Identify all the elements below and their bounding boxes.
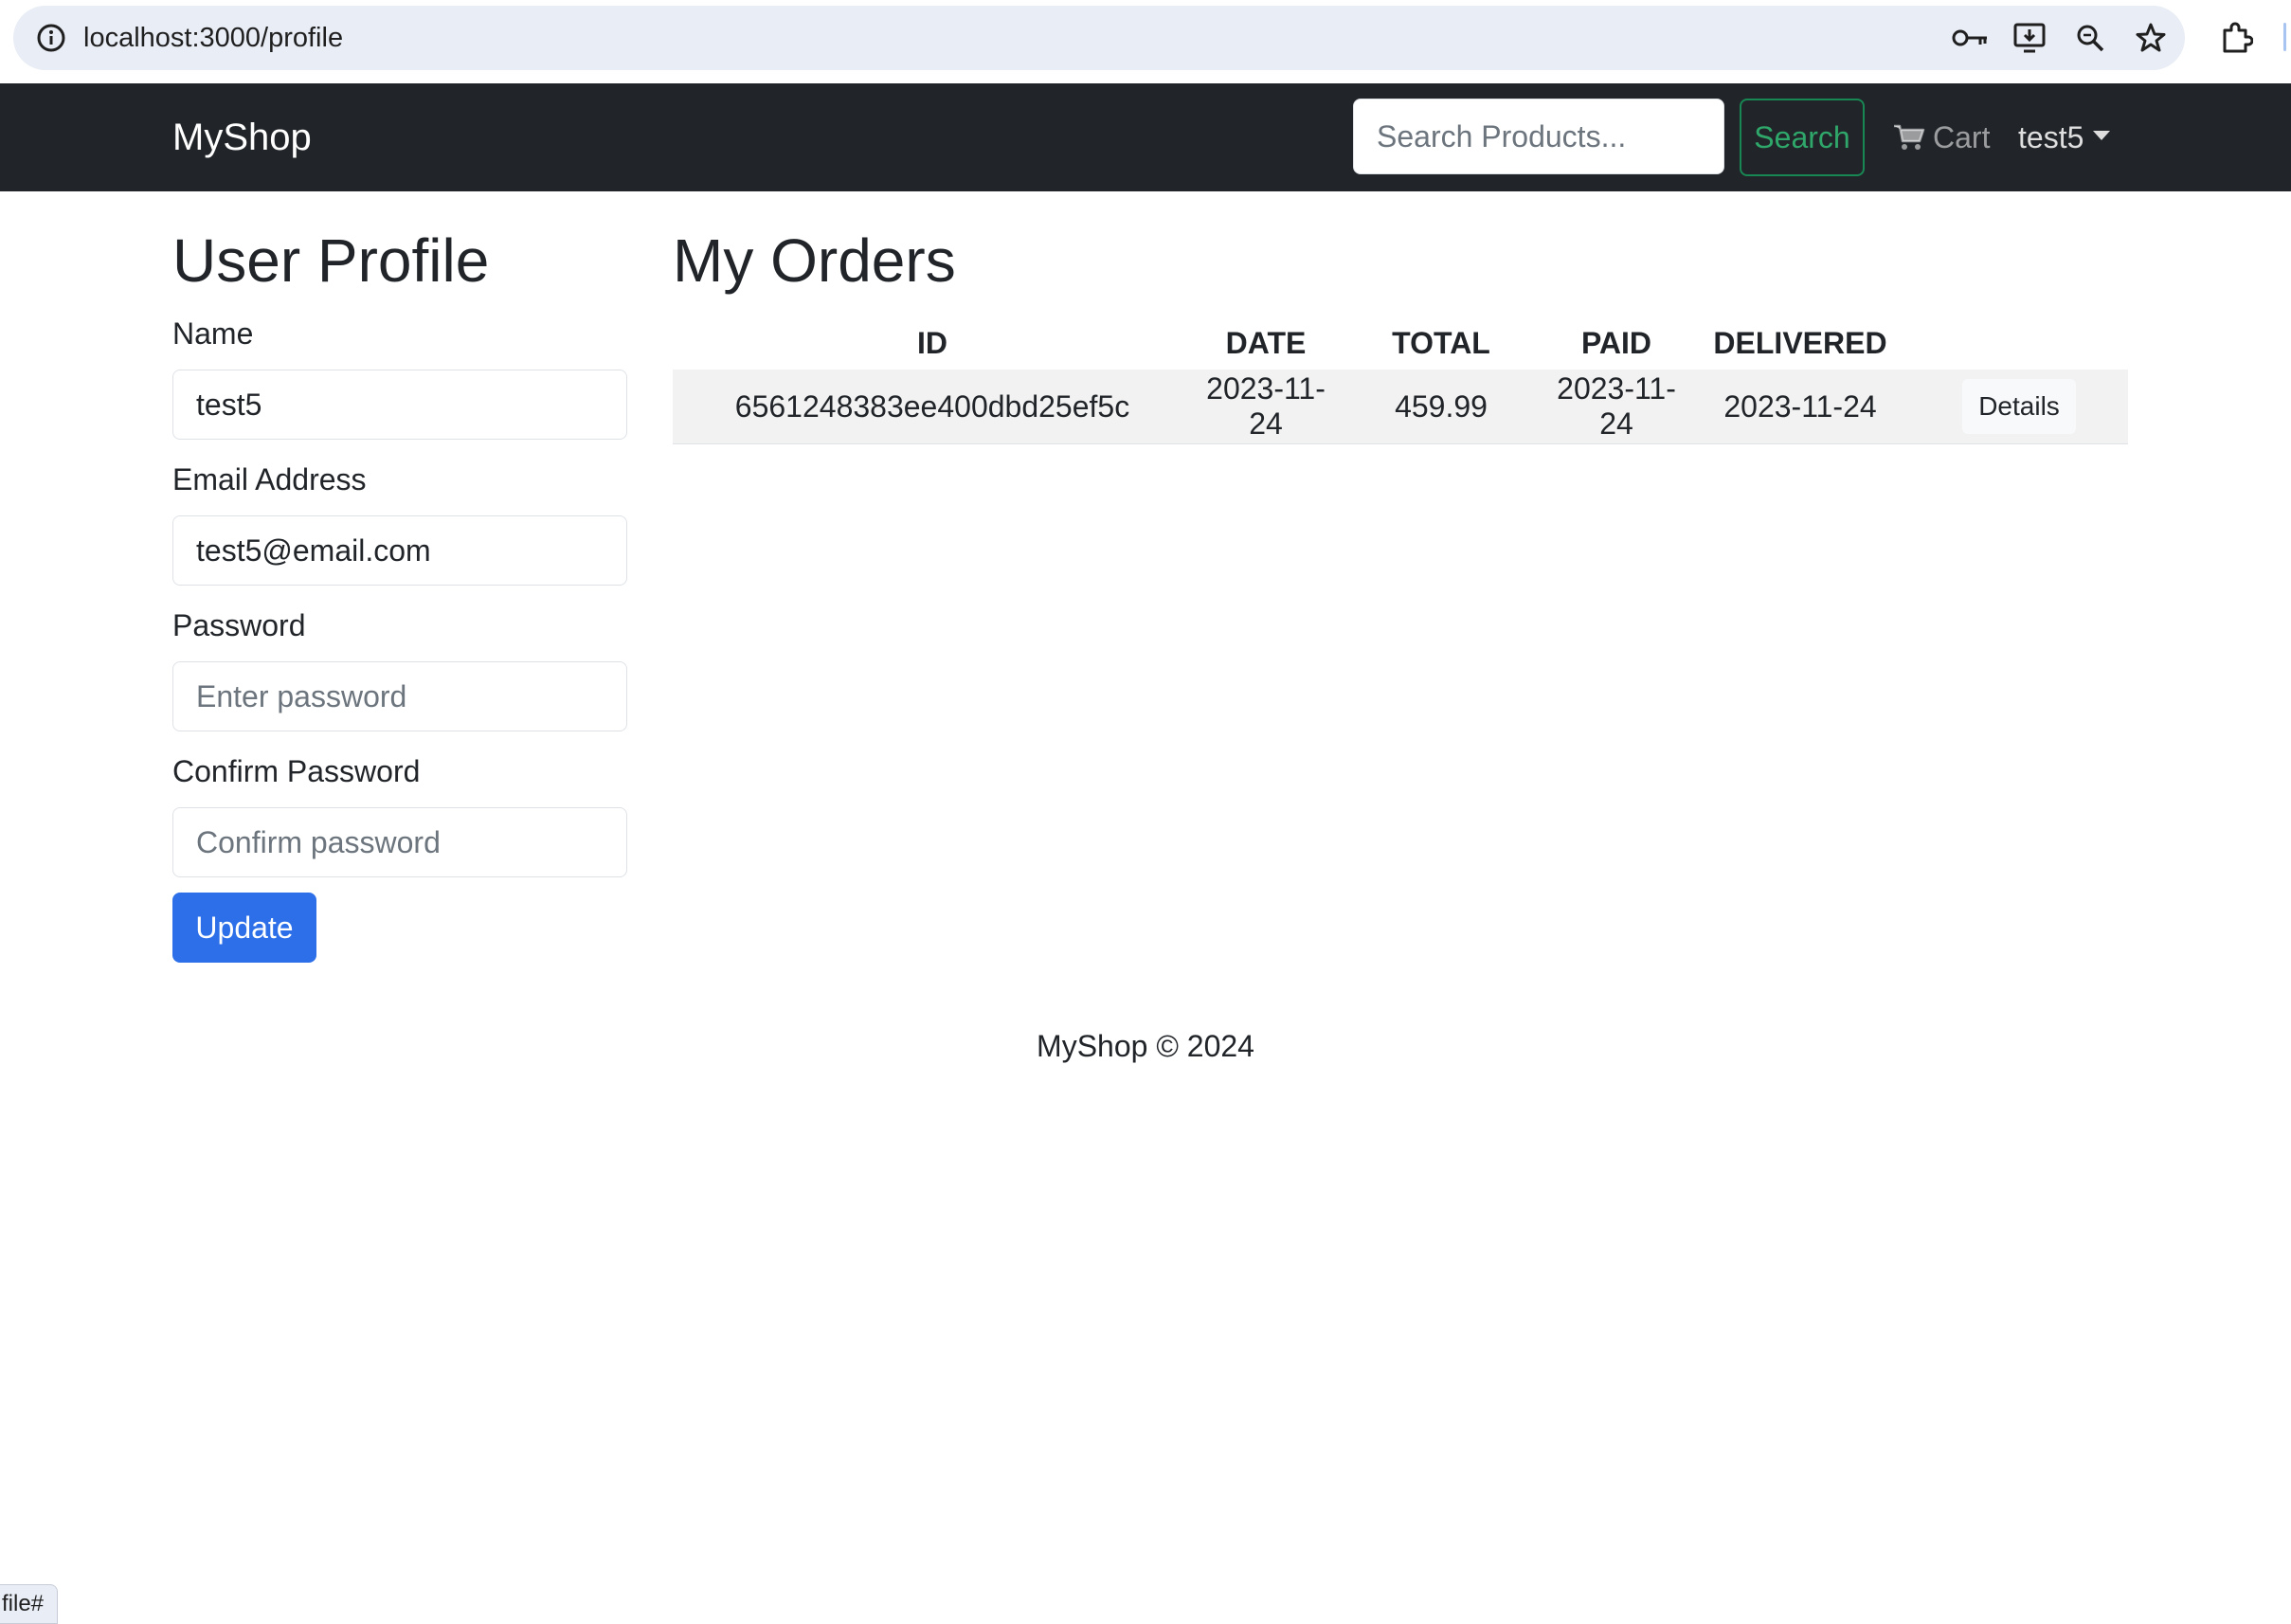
zoom-icon[interactable] — [2071, 19, 2109, 57]
order-actions-cell: Details — [1910, 370, 2128, 444]
user-name: test5 — [2018, 119, 2084, 154]
name-field[interactable] — [172, 370, 627, 440]
password-label: Password — [172, 608, 306, 642]
order-id-cell: 6561248383ee400dbd25ef5c — [673, 370, 1192, 444]
bookmark-star-icon[interactable] — [2132, 19, 2170, 57]
order-delivered-cell: 2023-11-24 — [1690, 370, 1910, 444]
table-row: 6561248383ee400dbd25ef5c 2023-11-24 459.… — [673, 370, 2128, 444]
email-field[interactable] — [172, 515, 627, 586]
confirm-password-field[interactable] — [172, 807, 627, 877]
link-status-bubble: file# — [0, 1584, 59, 1624]
cart-link[interactable]: Cart — [1893, 83, 1990, 191]
cart-label: Cart — [1933, 119, 1991, 154]
order-date-cell: 2023-11-24 — [1192, 370, 1340, 444]
profile-title: User Profile — [172, 226, 490, 295]
confirm-password-label: Confirm Password — [172, 754, 421, 788]
caret-down-icon — [2093, 131, 2111, 140]
order-paid-cell: 2023-11-24 — [1542, 370, 1690, 444]
order-total-cell: 459.99 — [1340, 370, 1542, 444]
update-button[interactable]: Update — [172, 893, 316, 963]
email-label: Email Address — [172, 462, 367, 496]
search-button[interactable]: Search — [1740, 99, 1865, 176]
install-app-icon[interactable] — [2011, 19, 2048, 57]
details-button[interactable]: Details — [1962, 379, 2076, 434]
search-input[interactable] — [1353, 99, 1724, 174]
column-header-actions — [1910, 316, 2128, 370]
footer-text: MyShop © 2024 — [1037, 1029, 1254, 1063]
password-field[interactable] — [172, 661, 627, 731]
name-label: Name — [172, 316, 254, 351]
column-header-id: ID — [917, 325, 947, 360]
side-panel-edge — [2283, 23, 2286, 51]
cart-icon — [1893, 122, 1925, 153]
info-icon[interactable] — [32, 19, 70, 57]
brand-logo-link[interactable]: MyShop — [172, 83, 312, 191]
column-header-paid: PAID — [1580, 325, 1652, 360]
extensions-icon[interactable] — [2217, 19, 2255, 57]
address-bar[interactable]: localhost:3000/profile — [13, 6, 2185, 70]
orders-table: ID DATE TOTAL PAID DELIVERED 6561248383e… — [673, 316, 2128, 444]
key-icon[interactable] — [1952, 19, 1990, 57]
orders-title: My Orders — [673, 226, 956, 295]
column-header-delivered: DELIVERED — [1713, 325, 1887, 360]
user-menu-dropdown[interactable]: test5 — [2018, 83, 2111, 191]
orders-header-row: ID DATE TOTAL PAID DELIVERED — [673, 316, 2128, 370]
column-header-total: TOTAL — [1392, 325, 1490, 360]
browser-toolbar: localhost:3000/profile — [0, 0, 2291, 83]
url-text[interactable]: localhost:3000/profile — [83, 6, 343, 70]
top-navbar: MyShop Search Cart test5 — [0, 83, 2291, 191]
column-header-date: DATE — [1225, 325, 1307, 360]
